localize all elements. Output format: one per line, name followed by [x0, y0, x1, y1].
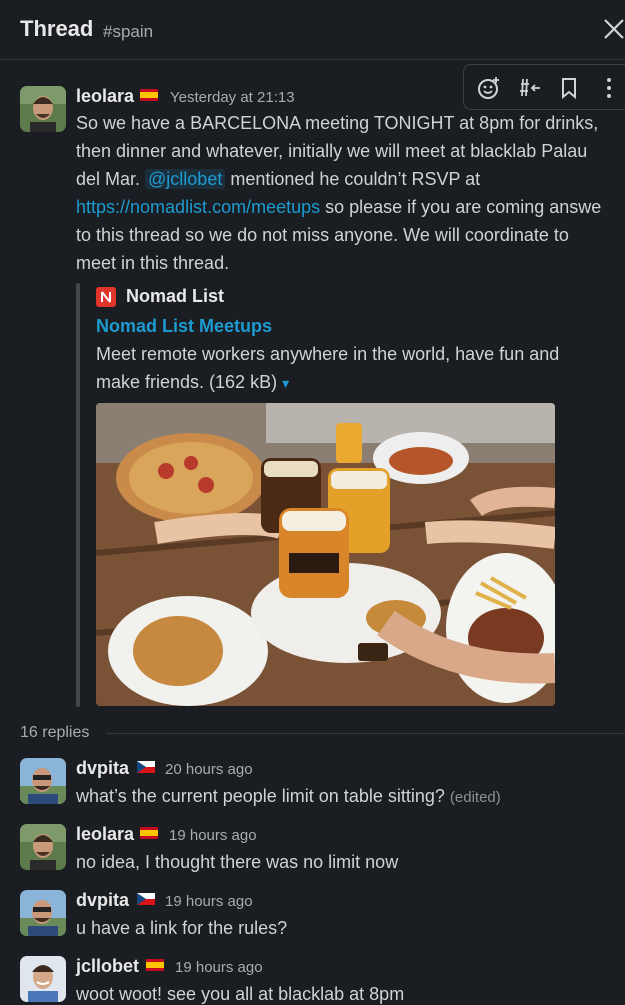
collapse-caret-icon[interactable]: ▾ — [282, 375, 289, 391]
czech-flag-icon — [137, 761, 155, 773]
reply-author[interactable]: jcllobet — [76, 956, 139, 977]
channel-name[interactable]: #spain — [103, 22, 153, 42]
edited-label: (edited) — [449, 789, 501, 806]
message-text: del Mar. — [76, 169, 146, 189]
message-text-line: then dinner and whatever, initially we w… — [76, 141, 588, 161]
reply-text: woot woot! see you all at blacklab at 8p… — [76, 984, 405, 1004]
user-mention[interactable]: @jcllobet — [145, 169, 226, 189]
message-text-line: So we have a BARCELONA meeting TONIGHT a… — [76, 113, 599, 133]
avatar[interactable] — [20, 758, 66, 804]
message-text-line: to this thread so we do not miss anyone.… — [76, 225, 569, 245]
reply-author[interactable]: dvpita — [76, 758, 129, 779]
message-text-line: del Mar. @jcllobet mentioned he couldn’t… — [76, 169, 480, 190]
thread-header: Thread #spain — [0, 0, 625, 60]
avatar[interactable] — [20, 86, 66, 132]
attachment-border — [76, 283, 80, 707]
message-text: mentioned he couldn’t RSVP at — [225, 169, 481, 189]
message-text: so please if you are coming answe — [320, 197, 602, 217]
spain-flag-icon — [140, 89, 158, 101]
avatar[interactable] — [20, 890, 66, 936]
czech-flag-icon — [137, 893, 155, 905]
avatar[interactable] — [20, 956, 66, 1002]
avatar[interactable] — [20, 824, 66, 870]
thread-title: Thread — [20, 16, 94, 41]
reply-timestamp[interactable]: 19 hours ago — [165, 893, 253, 910]
attachment-image[interactable] — [96, 403, 555, 706]
more-vertical-icon[interactable] — [596, 75, 622, 101]
reply-timestamp[interactable]: 19 hours ago — [175, 959, 263, 976]
close-icon[interactable] — [597, 14, 625, 44]
message-text-line: https://nomadlist.com/meetups so please … — [76, 197, 601, 218]
reply-count: 16 replies — [20, 724, 90, 741]
message-text-line: meet in this thread. — [76, 253, 230, 273]
attachment-description: make friends. (162 kB) ▾ — [96, 372, 289, 393]
meetups-link[interactable]: https://nomadlist.com/meetups — [76, 197, 320, 217]
spain-flag-icon — [146, 959, 164, 971]
reply-timestamp[interactable]: 20 hours ago — [165, 761, 253, 778]
reply-text: u have a link for the rules? — [76, 918, 288, 938]
attachment-title-link[interactable]: Nomad List Meetups — [96, 316, 272, 337]
message-text: what’s the current people limit on table… — [76, 786, 445, 806]
message-actions-toolbar — [463, 64, 625, 110]
spain-flag-icon — [140, 827, 158, 839]
divider — [106, 733, 625, 734]
attachment-size: make friends. (162 kB) — [96, 372, 278, 392]
attachment-site-name[interactable]: Nomad List — [126, 286, 224, 307]
share-channel-icon[interactable] — [516, 75, 542, 101]
attachment-description: Meet remote workers anywhere in the worl… — [96, 344, 560, 364]
message-timestamp[interactable]: Yesterday at 21:13 — [170, 89, 295, 106]
reply-text: no idea, I thought there was no limit no… — [76, 852, 399, 872]
reply-author[interactable]: dvpita — [76, 890, 129, 911]
nomadlist-logo-icon — [96, 287, 116, 307]
add-reaction-icon[interactable] — [476, 75, 502, 101]
reply-author[interactable]: leolara — [76, 824, 134, 845]
bookmark-icon[interactable] — [556, 75, 582, 101]
reply-text: what’s the current people limit on table… — [76, 786, 501, 807]
message-author[interactable]: leolara — [76, 86, 134, 107]
reply-timestamp[interactable]: 19 hours ago — [169, 827, 257, 844]
